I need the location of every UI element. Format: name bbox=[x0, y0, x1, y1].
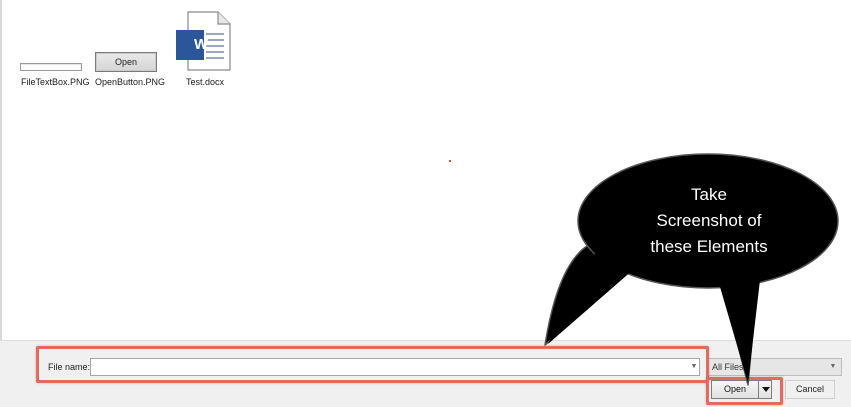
file-label-filetextbox[interactable]: FileTextBox.PNG bbox=[21, 77, 90, 87]
open-button-thumbnail-icon[interactable]: Open bbox=[95, 52, 157, 72]
cancel-button[interactable]: Cancel bbox=[785, 380, 835, 399]
highlight-open-button bbox=[706, 377, 783, 405]
file-label-testdocx[interactable]: Test.docx bbox=[186, 77, 224, 87]
callout-line-3: these Elements bbox=[650, 237, 768, 256]
callout-line-2: Screenshot of bbox=[656, 211, 762, 230]
word-badge-letter: W bbox=[194, 36, 209, 53]
file-type-select[interactable]: All Files bbox=[707, 358, 842, 376]
chevron-down-icon[interactable]: ▼ bbox=[826, 360, 840, 374]
highlight-file-name-box bbox=[36, 346, 709, 383]
pane-border bbox=[0, 0, 2, 340]
callout-line-1: Take bbox=[691, 185, 727, 204]
file-browser-view: FileTextBox.PNG Open OpenButton.PNG W Te… bbox=[0, 0, 851, 407]
callout-text: Take Screenshot of these Elements bbox=[602, 182, 816, 260]
textbox-thumbnail-icon[interactable] bbox=[20, 63, 82, 71]
stray-dot bbox=[449, 160, 451, 162]
file-label-openbutton[interactable]: OpenButton.PNG bbox=[95, 77, 165, 87]
